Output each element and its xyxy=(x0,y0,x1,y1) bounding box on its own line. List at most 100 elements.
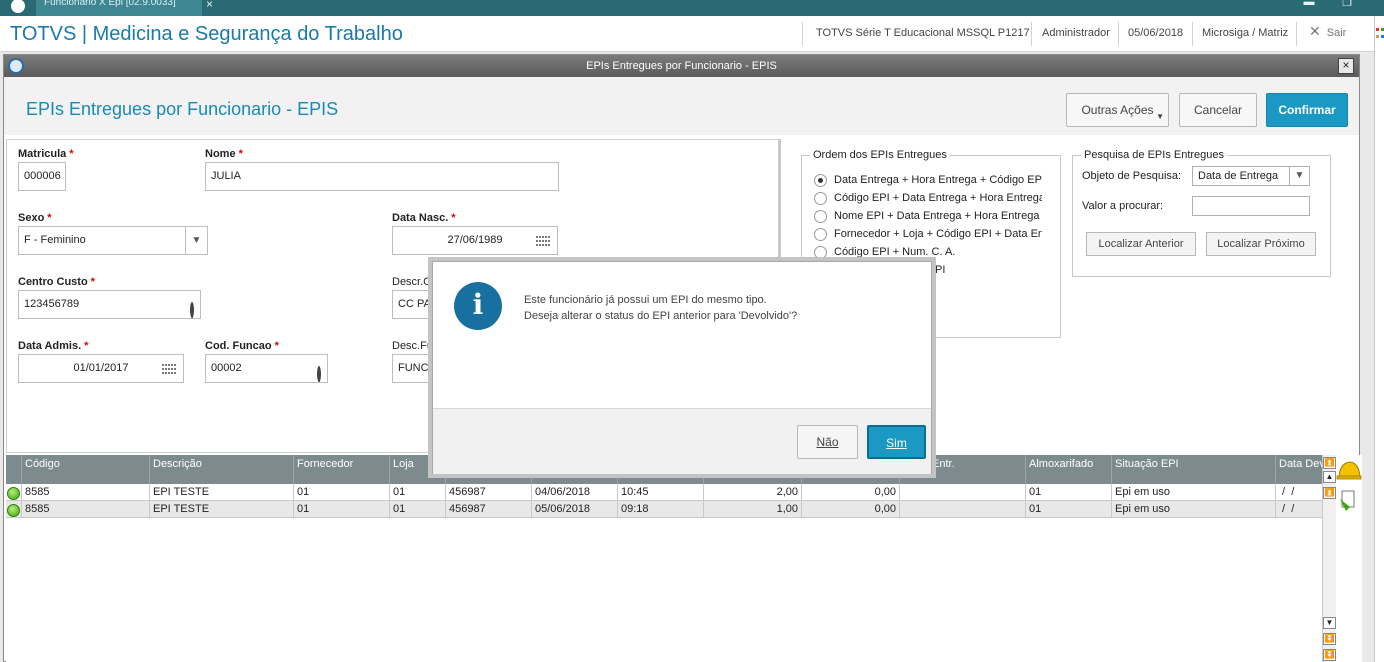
cell-qtd[interactable]: 2,00 xyxy=(704,484,802,501)
window-title: EPIs Entregues por Funcionario - EPIS xyxy=(586,60,777,72)
order-option[interactable]: Nome EPI + Data Entrega + Hora Entrega xyxy=(814,208,1042,226)
company-label[interactable]: Microsiga / Matriz xyxy=(1202,26,1288,44)
nao-button[interactable]: Não xyxy=(797,425,858,459)
radio-selected-icon[interactable] xyxy=(814,173,827,187)
sexo-select[interactable]: F - Feminino ▼ xyxy=(18,226,208,255)
grid-header-status xyxy=(6,455,22,484)
scroll-top-button[interactable]: ⏫ xyxy=(1323,457,1336,469)
table-row[interactable]: 8585 EPI TESTE 01 01 456987 05/06/2018 0… xyxy=(6,501,1322,518)
cell-num[interactable]: 456987 xyxy=(446,484,532,501)
cell-almox[interactable]: 01 xyxy=(1026,484,1112,501)
grid-scrollbar[interactable]: ⏫ ▲ ⏫ ▼ ⏬ ⏬ xyxy=(1322,455,1336,662)
radio-icon[interactable] xyxy=(814,191,827,205)
cell-loja[interactable]: 01 xyxy=(390,501,446,518)
window-close-button[interactable]: × xyxy=(1338,58,1354,74)
cancelar-button[interactable]: Cancelar xyxy=(1179,93,1257,127)
cell-situacao[interactable]: Epi em uso xyxy=(1112,501,1276,518)
scroll-up-button[interactable]: ▲ xyxy=(1323,471,1336,483)
app-title: TOTVS | Medicina e Segurança do Trabalho xyxy=(10,23,403,45)
order-option[interactable]: Data Entrega + Hora Entrega + Código EPI xyxy=(814,172,1042,190)
cell-descricao[interactable]: EPI TESTE xyxy=(150,501,294,518)
grid-header-descricao[interactable]: Descrição xyxy=(150,455,294,484)
window-tab-strip: Funcionario X Epi [02.9.0033] × ▬ ❐ xyxy=(0,0,1384,16)
user-label[interactable]: Administrador xyxy=(1042,26,1110,44)
tab-funcionario-x-epi[interactable]: Funcionario X Epi [02.9.0033] xyxy=(36,0,202,16)
cell-data[interactable]: 04/06/2018 xyxy=(532,484,618,501)
descr-cc-label: Descr.C xyxy=(392,276,432,288)
nome-field[interactable]: JULIA xyxy=(205,162,559,191)
cell-codigo[interactable]: 8585 xyxy=(22,501,150,518)
sim-button[interactable]: Sim xyxy=(867,425,926,459)
calendar-icon[interactable] xyxy=(162,364,177,375)
table-row[interactable]: 8585 EPI TESTE 01 01 456987 04/06/2018 1… xyxy=(6,484,1322,501)
restore-icon[interactable]: ❐ xyxy=(1340,0,1354,9)
localizar-proximo-button[interactable]: Localizar Próximo xyxy=(1206,232,1316,256)
right-side-strip xyxy=(1374,16,1384,662)
sexo-label: Sexo * xyxy=(18,212,52,224)
scroll-down-button[interactable]: ▼ xyxy=(1323,617,1336,629)
valor-input[interactable] xyxy=(1192,196,1310,216)
cell-data-dev[interactable]: / / xyxy=(1276,501,1322,518)
centro-custo-field[interactable]: 123456789 xyxy=(18,290,201,319)
search-icon[interactable] xyxy=(190,297,194,318)
tab-close-icon[interactable]: × xyxy=(206,0,213,11)
confirm-dialog: i Este funcionário já possui um EPI do m… xyxy=(432,261,932,474)
cell-qtd2[interactable]: 0,00 xyxy=(802,501,900,518)
search-icon[interactable] xyxy=(317,361,321,382)
order-option[interactable]: Fornecedor + Loja + Código EPI + Data En… xyxy=(814,226,1042,244)
environment-label[interactable]: TOTVS Série T Educacional MSSQL P1217 xyxy=(816,26,1030,44)
date-label[interactable]: 05/06/2018 xyxy=(1128,26,1183,44)
window-logo-icon xyxy=(8,58,24,74)
minimize-icon[interactable]: ▬ xyxy=(1302,0,1316,8)
cell-fornecedor[interactable]: 01 xyxy=(294,501,390,518)
radio-icon[interactable] xyxy=(814,209,827,223)
cell-num[interactable]: 456987 xyxy=(446,501,532,518)
scroll-bottom-button[interactable]: ⏬ xyxy=(1323,633,1336,645)
scroll-top-button[interactable]: ⏫ xyxy=(1323,487,1336,499)
centro-custo-value: 123456789 xyxy=(24,298,80,310)
matricula-field[interactable]: 000006 xyxy=(18,162,66,191)
localizar-anterior-button[interactable]: Localizar Anterior xyxy=(1086,232,1196,256)
chevron-down-icon[interactable]: ▼ xyxy=(1289,167,1309,185)
cell-entr[interactable] xyxy=(900,501,1026,518)
calendar-icon[interactable] xyxy=(536,236,551,247)
data-nasc-field[interactable]: 27/06/1989 xyxy=(392,226,558,255)
search-legend: Pesquisa de EPIs Entregues xyxy=(1081,149,1228,161)
document-icon[interactable] xyxy=(1336,489,1362,519)
grid-header-fornecedor[interactable]: Fornecedor xyxy=(294,455,390,484)
cell-qtd2[interactable]: 0,00 xyxy=(802,484,900,501)
cell-almox[interactable]: 01 xyxy=(1026,501,1112,518)
sexo-value: F - Feminino xyxy=(24,234,86,246)
cell-situacao[interactable]: Epi em uso xyxy=(1112,484,1276,501)
radio-icon[interactable] xyxy=(814,227,827,241)
cell-data[interactable]: 05/06/2018 xyxy=(532,501,618,518)
data-admis-field[interactable]: 01/01/2017 xyxy=(18,354,184,383)
cell-entr[interactable] xyxy=(900,484,1026,501)
cell-hora[interactable]: 10:45 xyxy=(618,484,704,501)
cod-funcao-field[interactable]: 00002 xyxy=(205,354,328,383)
matricula-label: Matricula * xyxy=(18,148,74,160)
grid-header-situacao[interactable]: Situação EPI xyxy=(1112,455,1276,484)
cell-codigo[interactable]: 8585 xyxy=(22,484,150,501)
exit-button[interactable]: ✕ Sair xyxy=(1309,24,1346,42)
grid-header-almoxarifado[interactable]: Almoxarifado xyxy=(1026,455,1112,484)
confirmar-button[interactable]: Confirmar xyxy=(1266,93,1348,127)
cell-descricao[interactable]: EPI TESTE xyxy=(150,484,294,501)
info-icon: i xyxy=(454,282,502,330)
centro-custo-label: Centro Custo * xyxy=(18,276,95,288)
order-option[interactable]: PI xyxy=(935,262,975,280)
cell-hora[interactable]: 09:18 xyxy=(618,501,704,518)
scroll-bottom-button[interactable]: ⏬ xyxy=(1323,649,1336,661)
grid-header-codigo[interactable]: Código xyxy=(22,455,150,484)
order-option[interactable]: Código EPI + Data Entrega + Hora Entrega xyxy=(814,190,1042,208)
chevron-down-icon[interactable]: ▼ xyxy=(185,227,207,254)
cell-data-dev[interactable]: / / xyxy=(1276,484,1322,501)
data-nasc-label: Data Nasc. * xyxy=(392,212,456,224)
cell-fornecedor[interactable]: 01 xyxy=(294,484,390,501)
apps-grid-icon[interactable] xyxy=(1376,28,1384,40)
objeto-select[interactable]: Data de Entrega ▼ xyxy=(1192,166,1310,186)
grid-header-data-dev[interactable]: Data Dev xyxy=(1276,455,1322,484)
cell-qtd[interactable]: 1,00 xyxy=(704,501,802,518)
cell-loja[interactable]: 01 xyxy=(390,484,446,501)
outras-acoes-button[interactable]: Outras Ações ▼ xyxy=(1066,93,1169,127)
